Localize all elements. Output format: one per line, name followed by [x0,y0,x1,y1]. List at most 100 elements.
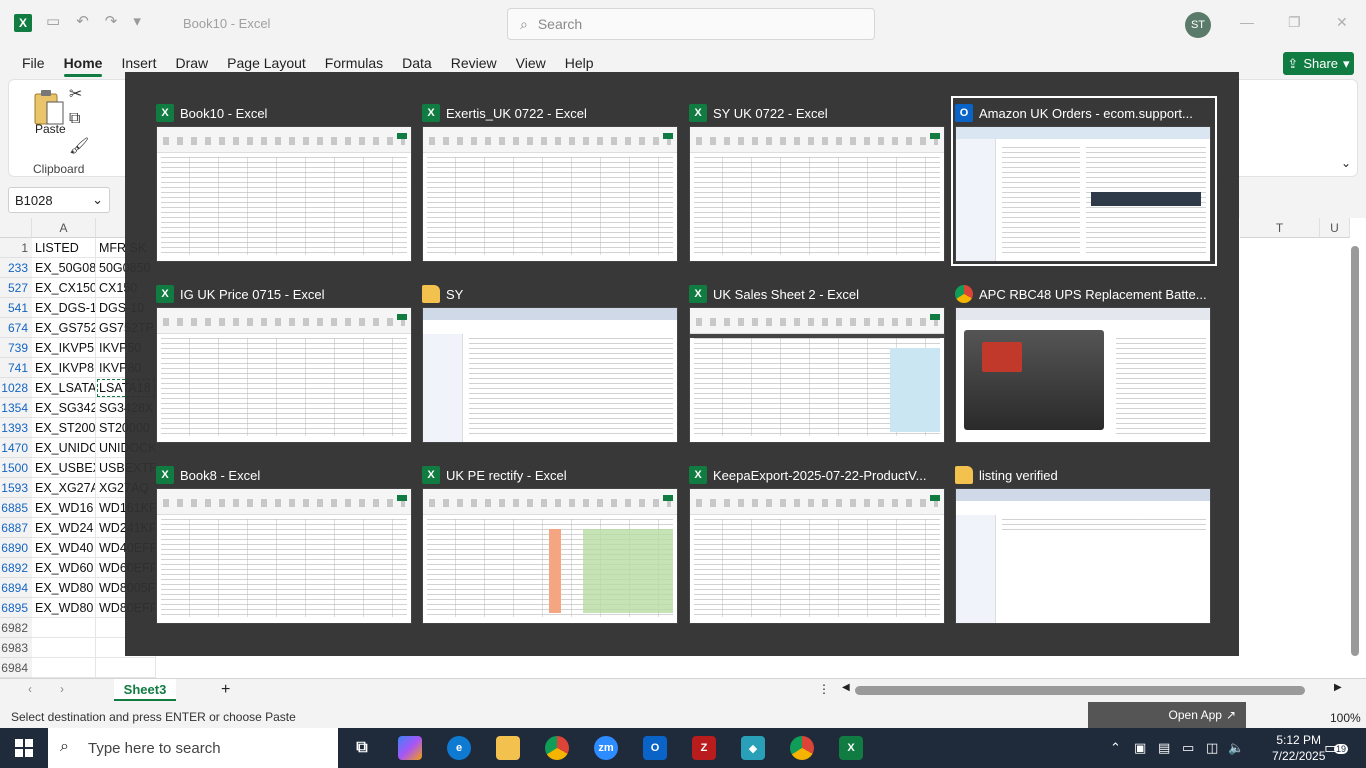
task-view-window[interactable]: X Book8 - Excel [156,462,414,624]
task-view-window[interactable]: SY [422,281,680,443]
task-view-window[interactable]: APC RBC48 UPS Replacement Batte... [955,281,1213,443]
cell-listed[interactable]: EX_GS752 [32,318,96,338]
more-options-icon[interactable]: ⋮ [818,682,830,696]
close-icon[interactable]: ✕ [1336,14,1348,31]
save-icon[interactable]: ▭ [46,12,60,30]
vertical-scrollbar[interactable] [1350,232,1360,672]
scroll-left-icon[interactable]: ◀ [842,682,850,693]
tab-formulas[interactable]: Formulas [325,55,383,71]
cell-listed[interactable]: EX_WD80 [32,578,96,598]
zoom-icon[interactable]: zm [594,736,618,760]
row-header[interactable]: 6984 [0,658,32,678]
row-header[interactable]: 674 [0,318,32,338]
row-header[interactable]: 1354 [0,398,32,418]
cell-listed[interactable]: EX_50G08 [32,258,96,278]
cut-icon[interactable]: ✂ [69,84,82,104]
taskbar-search[interactable]: ⌕ Type here to search [48,728,338,768]
windows-start-icon[interactable] [15,739,33,757]
row-header[interactable]: 233 [0,258,32,278]
chrome-icon[interactable] [545,736,569,760]
share-button[interactable]: ⇪ Share ▾ [1283,52,1354,75]
cell-listed[interactable]: EX_UNIDC [32,438,96,458]
prev-sheet-icon[interactable]: ‹ [28,682,32,696]
tab-insert[interactable]: Insert [121,55,156,71]
sheet-tab-sheet3[interactable]: Sheet3 [114,679,176,701]
tab-help[interactable]: Help [565,55,594,71]
undo-icon[interactable]: ↶ [76,12,89,30]
row-header[interactable]: 6982 [0,618,32,638]
task-view-window[interactable]: X KeepaExport-2025-07-22-ProductV... [689,462,947,624]
cell-listed[interactable]: EX_WD24 [32,518,96,538]
cell-listed[interactable]: EX_IKVP8 [32,358,96,378]
collapse-ribbon-icon[interactable]: ⌄ [1341,156,1351,170]
row-header[interactable]: 6895 [0,598,32,618]
row-header[interactable]: 6892 [0,558,32,578]
row-header[interactable]: 1500 [0,458,32,478]
row-header[interactable]: 6887 [0,518,32,538]
row-header[interactable]: 1470 [0,438,32,458]
tab-draw[interactable]: Draw [175,55,208,71]
row-header[interactable]: 541 [0,298,32,318]
scrollbar-thumb[interactable] [1351,246,1359,656]
cell-listed[interactable] [32,618,96,638]
cell-listed[interactable] [32,658,96,678]
column-header-t[interactable]: T [1240,218,1320,238]
row-header[interactable]: 1593 [0,478,32,498]
zoom-level[interactable]: 100% [1330,711,1361,725]
task-view-window[interactable]: X Book10 - Excel [156,100,414,262]
battery-icon[interactable]: ▭ [1182,740,1194,756]
edge-icon[interactable]: e [447,736,471,760]
select-all-corner[interactable] [0,218,32,238]
excel-taskbar-icon[interactable]: X [839,736,863,760]
tab-home[interactable]: Home [63,55,102,77]
cell-listed[interactable] [32,638,96,658]
cell-listed[interactable]: EX_IKVP5 [32,338,96,358]
cell-listed[interactable]: EX_ST200 [32,418,96,438]
paste-label[interactable]: Paste [35,122,66,136]
row-header[interactable]: 6983 [0,638,32,658]
copy-icon[interactable]: ⧉ [69,110,80,128]
maximize-icon[interactable]: ❐ [1288,14,1301,31]
task-view-window[interactable]: X UK PE rectify - Excel [422,462,680,624]
network-icon[interactable]: ◫ [1206,740,1218,756]
row-header[interactable]: 1393 [0,418,32,438]
notifications-icon[interactable]: ▭ 19 [1324,738,1349,758]
cell-mfr-sku[interactable] [96,658,156,678]
cell-listed[interactable]: EX_LSATA [32,378,96,398]
cell-listed[interactable]: EX_CX150 [32,278,96,298]
column-header-u[interactable]: U [1320,218,1350,238]
redo-icon[interactable]: ↷ [105,12,118,30]
cell-listed[interactable]: EX_SG342 [32,398,96,418]
task-view-window[interactable]: X UK Sales Sheet 2 - Excel [689,281,947,443]
task-view-window[interactable]: X IG UK Price 0715 - Excel [156,281,414,443]
search-box[interactable]: ⌕ Search [507,8,875,40]
filezilla-icon[interactable]: Z [692,736,716,760]
task-view-icon[interactable]: ⧉ [350,736,374,760]
task-view-window[interactable]: X Exertis_UK 0722 - Excel [422,100,680,262]
cell-listed[interactable]: EX_XG27A [32,478,96,498]
minimize-icon[interactable]: — [1240,14,1254,30]
next-sheet-icon[interactable]: › [60,682,64,696]
cell-listed[interactable]: EX_USBEX [32,458,96,478]
row-header[interactable]: 741 [0,358,32,378]
file-explorer-icon[interactable] [496,736,520,760]
clock[interactable]: 5:12 PM 7/22/2025 [1272,732,1325,764]
customize-toolbar-icon[interactable]: ▾ [133,12,141,30]
row-header[interactable]: 6894 [0,578,32,598]
row-header[interactable]: 1 [0,238,32,258]
add-sheet-button[interactable]: + [221,681,230,699]
row-header[interactable]: 1028 [0,378,32,398]
volume-icon[interactable]: 🔈 [1228,740,1244,756]
cell-listed[interactable]: EX_WD16 [32,498,96,518]
task-view-window[interactable]: X SY UK 0722 - Excel [689,100,947,262]
app-diamond-icon[interactable]: ◆ [741,736,765,760]
row-header[interactable]: 6885 [0,498,32,518]
copilot-icon[interactable] [398,736,422,760]
tab-page-layout[interactable]: Page Layout [227,55,306,71]
row-header[interactable]: 6890 [0,538,32,558]
show-hidden-icons-icon[interactable]: ⌃ [1110,740,1121,756]
meet-icon[interactable]: ▤ [1158,740,1170,756]
row-header[interactable]: 739 [0,338,32,358]
outlook-icon[interactable]: O [643,736,667,760]
task-view-window[interactable]: listing verified [955,462,1213,624]
